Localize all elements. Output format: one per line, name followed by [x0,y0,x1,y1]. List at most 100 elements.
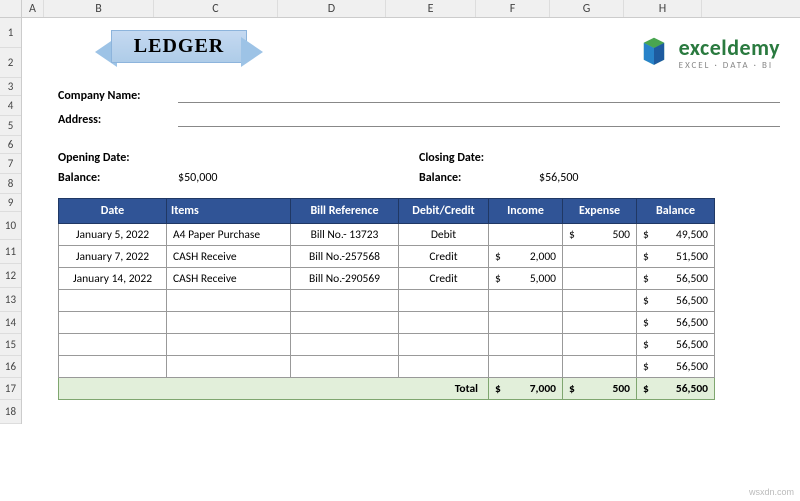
header-income[interactable]: Income [489,199,563,224]
cell-bill[interactable] [291,356,399,378]
cell-income[interactable]: $5,000 [489,268,563,290]
row-header-5[interactable]: 5 [0,116,21,136]
total-income[interactable]: $7,000 [489,378,563,400]
cell-income[interactable]: $2,000 [489,246,563,268]
cell-expense[interactable] [563,356,637,378]
cell-expense[interactable] [563,312,637,334]
cell-balance[interactable]: $56,500 [637,290,715,312]
row-header-18[interactable]: 18 [0,400,21,424]
closing-balance-value[interactable]: $56,500 [539,171,579,185]
cell-date[interactable]: January 7, 2022 [59,246,167,268]
cell-date[interactable] [59,356,167,378]
cell-items[interactable] [167,312,291,334]
cell-balance[interactable]: $49,500 [637,224,715,246]
cell-date[interactable]: January 14, 2022 [59,268,167,290]
header-bill[interactable]: Bill Reference [291,199,399,224]
table-row[interactable]: $56,500 [59,290,715,312]
table-row[interactable]: $56,500 [59,312,715,334]
row-header-14[interactable]: 14 [0,312,21,334]
cell-date[interactable] [59,312,167,334]
header-items[interactable]: Items [167,199,291,224]
cell-expense[interactable] [563,268,637,290]
cell-items[interactable]: CASH Receive [167,268,291,290]
cell-balance[interactable]: $56,500 [637,312,715,334]
row-header-3[interactable]: 3 [0,78,21,96]
cell-items[interactable] [167,334,291,356]
row-header-13[interactable]: 13 [0,288,21,312]
row-header-8[interactable]: 8 [0,174,21,194]
total-row[interactable]: Total$7,000$500$56,500 [59,378,715,400]
cell-date[interactable] [59,334,167,356]
ledger-table[interactable]: Date Items Bill Reference Debit/Credit I… [58,198,715,400]
cell-items[interactable]: CASH Receive [167,246,291,268]
cell-bill[interactable] [291,312,399,334]
cell-bill[interactable] [291,334,399,356]
header-dc[interactable]: Debit/Credit [399,199,489,224]
cell-balance[interactable]: $56,500 [637,356,715,378]
row-header-2[interactable]: 2 [0,48,21,78]
cell-dc[interactable] [399,290,489,312]
cell-expense[interactable] [563,290,637,312]
cell-items[interactable] [167,356,291,378]
row-header-7[interactable]: 7 [0,154,21,174]
cell-items[interactable]: A4 Paper Purchase [167,224,291,246]
total-balance[interactable]: $56,500 [637,378,715,400]
row-header-12[interactable]: 12 [0,264,21,288]
row-header-9[interactable]: 9 [0,194,21,212]
cell-bill[interactable] [291,290,399,312]
header-balance[interactable]: Balance [637,199,715,224]
cell-dc[interactable] [399,334,489,356]
row-header-11[interactable]: 11 [0,240,21,264]
select-all-corner[interactable] [0,0,22,18]
total-expense[interactable]: $500 [563,378,637,400]
cell-balance[interactable]: $56,500 [637,334,715,356]
cell-income[interactable] [489,224,563,246]
cell-dc[interactable] [399,312,489,334]
cell-items[interactable] [167,290,291,312]
header-expense[interactable]: Expense [563,199,637,224]
table-row[interactable]: $56,500 [59,334,715,356]
column-header-C[interactable]: C [154,0,278,17]
column-header-B[interactable]: B [44,0,154,17]
cell-income[interactable] [489,356,563,378]
cell-bill[interactable]: Bill No.- 13723 [291,224,399,246]
table-row[interactable]: January 14, 2022CASH ReceiveBill No.-290… [59,268,715,290]
row-header-15[interactable]: 15 [0,334,21,356]
column-header-F[interactable]: F [476,0,550,17]
cell-expense[interactable] [563,334,637,356]
column-header-G[interactable]: G [550,0,624,17]
cell-income[interactable] [489,290,563,312]
row-header-16[interactable]: 16 [0,356,21,378]
worksheet-area[interactable]: LEDGER exceldemy EXCEL · DATA · BI Compa… [22,18,800,501]
table-row[interactable]: January 7, 2022CASH ReceiveBill No.-2575… [59,246,715,268]
cell-date[interactable] [59,290,167,312]
cell-income[interactable] [489,334,563,356]
cell-dc[interactable] [399,356,489,378]
row-header-10[interactable]: 10 [0,212,21,240]
opening-balance-value[interactable]: $50,000 [178,171,218,185]
cell-dc[interactable]: Credit [399,246,489,268]
cell-balance[interactable]: $56,500 [637,268,715,290]
column-header-E[interactable]: E [386,0,476,17]
column-header-D[interactable]: D [278,0,386,17]
cell-balance[interactable]: $51,500 [637,246,715,268]
cell-bill[interactable]: Bill No.-257568 [291,246,399,268]
row-header-1[interactable]: 1 [0,18,21,48]
cell-expense[interactable]: $500 [563,224,637,246]
row-header-4[interactable]: 4 [0,96,21,116]
row-header-6[interactable]: 6 [0,136,21,154]
cell-income[interactable] [489,312,563,334]
table-row[interactable]: $56,500 [59,356,715,378]
cell-dc[interactable]: Credit [399,268,489,290]
cell-expense[interactable] [563,246,637,268]
table-row[interactable]: January 5, 2022A4 Paper PurchaseBill No.… [59,224,715,246]
column-header-A[interactable]: A [22,0,44,17]
company-name-field[interactable] [178,89,780,103]
row-header-17[interactable]: 17 [0,378,21,400]
column-header-H[interactable]: H [624,0,702,17]
cell-bill[interactable]: Bill No.-290569 [291,268,399,290]
cell-date[interactable]: January 5, 2022 [59,224,167,246]
header-date[interactable]: Date [59,199,167,224]
cell-dc[interactable]: Debit [399,224,489,246]
address-field[interactable] [178,113,780,127]
